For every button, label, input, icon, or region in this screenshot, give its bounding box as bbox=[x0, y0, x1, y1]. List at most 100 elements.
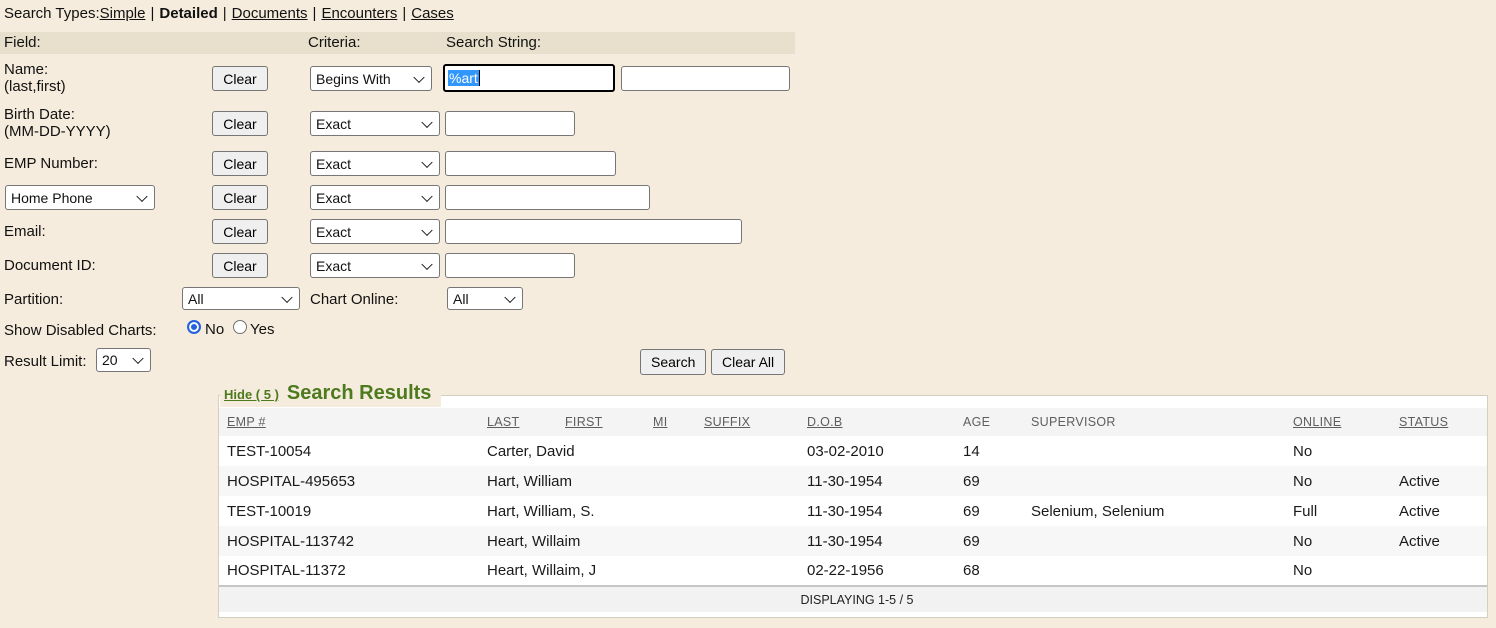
nav-link-simple[interactable]: Simple bbox=[100, 5, 146, 22]
name-search-input-2[interactable] bbox=[621, 66, 790, 91]
cell-name: Heart, Willaim, J bbox=[479, 556, 799, 586]
chevron-down-icon bbox=[413, 71, 424, 82]
column-header-emp: EMP # bbox=[219, 408, 479, 436]
column-header-supervisor: SUPERVISOR bbox=[1023, 408, 1285, 436]
nav-link-documents[interactable]: Documents bbox=[232, 5, 308, 22]
form-header-bar: Field: Criteria: Search String: bbox=[0, 32, 795, 54]
emp-number-clear-button[interactable]: Clear bbox=[212, 151, 268, 176]
email-criteria-select[interactable]: Exact bbox=[310, 219, 440, 244]
cell-online: No bbox=[1285, 466, 1391, 496]
chevron-down-icon bbox=[421, 224, 432, 235]
name-search-input[interactable]: %art bbox=[443, 64, 615, 92]
cell-status bbox=[1391, 436, 1487, 466]
nav-link-detailed[interactable]: Detailed bbox=[159, 5, 217, 22]
column-header-suffix: SUFFIX bbox=[696, 408, 799, 436]
cell-emp: HOSPITAL-11372 bbox=[219, 556, 479, 586]
cell-name: Hart, William, S. bbox=[479, 496, 799, 526]
birth-date-criteria-select[interactable]: Exact bbox=[310, 111, 440, 136]
chevron-down-icon bbox=[136, 190, 147, 201]
table-row[interactable]: HOSPITAL-495653 Hart, William 11-30-1954… bbox=[219, 466, 1487, 496]
cell-age: 69 bbox=[955, 526, 1023, 556]
table-row[interactable]: HOSPITAL-113742 Heart, Willaim 11-30-195… bbox=[219, 526, 1487, 556]
cell-dob: 11-30-1954 bbox=[799, 466, 955, 496]
column-header-last: LAST bbox=[479, 408, 557, 436]
cell-name: Heart, Willaim bbox=[479, 526, 799, 556]
phone-field-select[interactable]: Home Phone bbox=[5, 185, 155, 210]
search-types-nav: Search Types:Simple|Detailed|Documents|E… bbox=[4, 5, 454, 22]
nav-link-cases[interactable]: Cases bbox=[411, 5, 454, 22]
cell-status: Active bbox=[1391, 496, 1487, 526]
cell-online: No bbox=[1285, 526, 1391, 556]
cell-online: No bbox=[1285, 436, 1391, 466]
cell-dob: 03-02-2010 bbox=[799, 436, 955, 466]
results-table: EMP # LAST FIRST MI SUFFIX D.O.B AGE SUP… bbox=[219, 408, 1487, 612]
partition-select[interactable]: All bbox=[182, 287, 300, 310]
chevron-down-icon bbox=[281, 291, 292, 302]
column-header-mi: MI bbox=[645, 408, 696, 436]
cell-supervisor bbox=[1023, 466, 1285, 496]
chart-online-select[interactable]: All bbox=[447, 287, 523, 310]
column-header-first: FIRST bbox=[557, 408, 645, 436]
emp-number-search-input[interactable] bbox=[445, 151, 616, 176]
document-id-search-input[interactable] bbox=[445, 253, 575, 278]
cell-emp: TEST-10054 bbox=[219, 436, 479, 466]
partition-label: Partition: bbox=[4, 291, 63, 308]
search-results-title: Search Results bbox=[287, 382, 432, 405]
search-results-legend: Hide ( 5 ) Search Results bbox=[220, 382, 441, 407]
show-disabled-charts-label: Show Disabled Charts: bbox=[4, 322, 157, 339]
search-results-panel: Hide ( 5 ) Search Results EMP # LAST FIR… bbox=[218, 395, 1488, 618]
document-id-clear-button[interactable]: Clear bbox=[212, 253, 268, 278]
document-id-label: Document ID: bbox=[4, 257, 96, 274]
search-button[interactable]: Search bbox=[640, 349, 706, 375]
cell-dob: 11-30-1954 bbox=[799, 496, 955, 526]
criteria-column-label: Criteria: bbox=[308, 34, 361, 51]
phone-criteria-select[interactable]: Exact bbox=[310, 185, 440, 210]
cell-emp: HOSPITAL-495653 bbox=[219, 466, 479, 496]
cell-name: Carter, David bbox=[479, 436, 799, 466]
document-id-criteria-select[interactable]: Exact bbox=[310, 253, 440, 278]
radio-yes[interactable] bbox=[233, 320, 247, 334]
name-label: Name: (last,first) bbox=[4, 61, 66, 95]
nav-link-encounters[interactable]: Encounters bbox=[321, 5, 397, 22]
column-header-dob: D.O.B bbox=[799, 408, 955, 436]
email-search-input[interactable] bbox=[445, 219, 742, 244]
cell-supervisor bbox=[1023, 526, 1285, 556]
name-criteria-select[interactable]: Begins With bbox=[310, 66, 432, 91]
table-row[interactable]: HOSPITAL-11372 Heart, Willaim, J 02-22-1… bbox=[219, 556, 1487, 586]
chevron-down-icon bbox=[132, 353, 143, 364]
result-limit-select[interactable]: 20 bbox=[96, 348, 151, 372]
email-label: Email: bbox=[4, 223, 46, 240]
name-clear-button[interactable]: Clear bbox=[212, 66, 268, 91]
emp-number-criteria-select[interactable]: Exact bbox=[310, 151, 440, 176]
chevron-down-icon bbox=[421, 258, 432, 269]
chevron-down-icon bbox=[421, 190, 432, 201]
cell-age: 14 bbox=[955, 436, 1023, 466]
chevron-down-icon bbox=[421, 156, 432, 167]
hide-results-link[interactable]: Hide ( 5 ) bbox=[224, 387, 279, 402]
cell-supervisor: Selenium, Selenium bbox=[1023, 496, 1285, 526]
cell-status bbox=[1391, 556, 1487, 586]
email-clear-button[interactable]: Clear bbox=[212, 219, 268, 244]
table-row[interactable]: TEST-10019 Hart, William, S. 11-30-1954 … bbox=[219, 496, 1487, 526]
search-string-column-label: Search String: bbox=[446, 34, 541, 51]
selected-text: %art bbox=[448, 70, 479, 86]
cell-status: Active bbox=[1391, 526, 1487, 556]
radio-yes-label: Yes bbox=[250, 321, 274, 338]
column-header-age: AGE bbox=[955, 408, 1023, 436]
cell-emp: HOSPITAL-113742 bbox=[219, 526, 479, 556]
birth-date-clear-button[interactable]: Clear bbox=[212, 111, 268, 136]
cell-online: Full bbox=[1285, 496, 1391, 526]
chevron-down-icon bbox=[421, 116, 432, 127]
radio-no[interactable] bbox=[187, 320, 201, 334]
cell-age: 69 bbox=[955, 496, 1023, 526]
cell-name: Hart, William bbox=[479, 466, 799, 496]
phone-search-input[interactable] bbox=[445, 185, 650, 210]
cell-emp: TEST-10019 bbox=[219, 496, 479, 526]
phone-clear-button[interactable]: Clear bbox=[212, 185, 268, 210]
cell-status: Active bbox=[1391, 466, 1487, 496]
displaying-count: DISPLAYING 1-5 / 5 bbox=[219, 586, 1487, 612]
birth-date-search-input[interactable] bbox=[445, 111, 575, 136]
cell-online: No bbox=[1285, 556, 1391, 586]
clear-all-button[interactable]: Clear All bbox=[711, 349, 785, 375]
table-row[interactable]: TEST-10054 Carter, David 03-02-2010 14 N… bbox=[219, 436, 1487, 466]
